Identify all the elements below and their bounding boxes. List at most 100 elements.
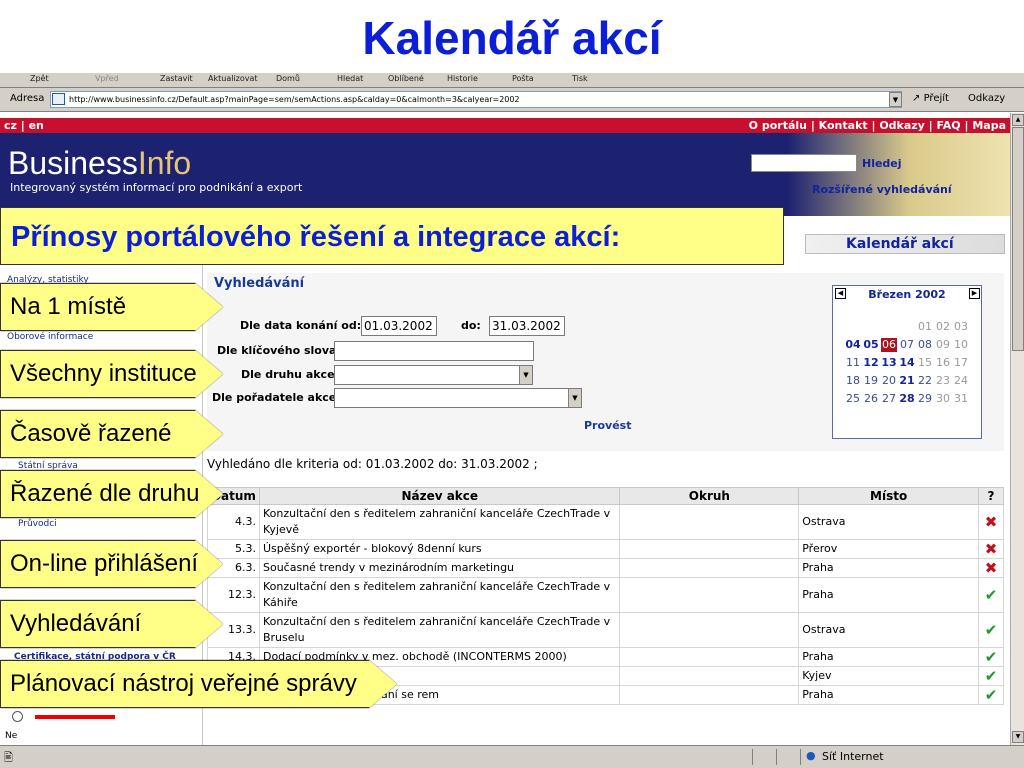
scroll-down-icon[interactable]: ▼ [1012,731,1024,743]
calendar-day[interactable]: 07 [899,338,915,352]
cell-date: 5.3. [207,539,260,559]
links-button[interactable]: Odkazy [968,93,1005,104]
go-arrow-icon: ↗ [912,93,921,104]
calendar-day[interactable]: 13 [881,356,897,370]
checkmark-icon[interactable]: ✔ [977,666,1005,686]
scroll-thumb[interactable] [1012,127,1024,351]
top-links[interactable]: O portálu | Kontakt | Odkazy | FAQ | Map… [749,118,1006,133]
cell-name[interactable]: Konzultační den s ředitelem zahraniční k… [258,612,621,648]
home-button[interactable]: Domů [276,74,300,83]
callout-label: Všechny instituce [10,360,197,387]
checkmark-icon[interactable]: ✔ [977,577,1005,613]
cross-icon[interactable]: ✖ [977,558,1005,578]
date-to-input[interactable]: 31.03.2002 [489,316,565,336]
address-input[interactable]: http://www.businessinfo.cz/Default.asp?m… [50,91,902,108]
calendar-day[interactable]: 08 [917,338,933,352]
cross-icon[interactable]: ✖ [977,504,1005,540]
search-button[interactable]: Hledat [337,74,363,83]
calendar-day[interactable]: 30 [935,392,951,406]
page-status-icon: 🖹 [4,751,13,764]
table-row[interactable]: 4.3. Konzultační den s ředitelem zahranič… [207,504,1005,540]
col-misto[interactable]: Místo [798,487,979,505]
site-search-button[interactable]: Hledej [862,157,902,170]
calendar-day[interactable]: 04 [845,338,861,352]
address-dropdown-icon[interactable]: ▼ [889,92,902,107]
history-button[interactable]: Historie [447,74,478,83]
site-tagline: Integrovaný systém informací pro podniká… [10,181,303,194]
calendar-day[interactable]: 17 [953,356,969,370]
checkmark-icon[interactable]: ✔ [977,647,1005,667]
calendar-day[interactable]: 23 [935,374,951,388]
keyword-input[interactable] [334,341,534,361]
favorites-button[interactable]: Oblíbené [388,74,424,83]
calendar-day[interactable]: 18 [845,374,861,388]
calendar-day[interactable]: 27 [881,392,897,406]
cross-icon[interactable]: ✖ [977,539,1005,559]
calendar-day[interactable]: 11 [845,356,861,370]
calendar-day[interactable]: 29 [917,392,933,406]
radio-option[interactable] [12,711,23,722]
submit-button[interactable]: Provést [584,419,631,432]
scroll-up-icon[interactable]: ▲ [1012,114,1024,126]
advanced-search-link[interactable]: Rozšířené vyhledávání [812,183,952,196]
calendar-day[interactable]: 26 [863,392,879,406]
cell-place: Ostrava [798,612,979,648]
col-nazev[interactable]: Název akce [258,487,621,505]
calendar-day[interactable]: 09 [935,338,951,352]
cell-date: 4.3. [207,504,260,540]
next-month-icon[interactable]: ▶ [969,288,980,299]
language-switch[interactable]: cz | en [4,118,44,133]
col-okruh[interactable]: Okruh [619,487,800,505]
calendar-day[interactable]: 01 [917,320,933,334]
refresh-button[interactable]: Aktualizovat [208,74,258,83]
checkmark-icon[interactable]: ✔ [977,612,1005,648]
menu-item-ne: Ne [5,731,18,741]
calendar-day[interactable]: 20 [881,374,897,388]
calendar-day[interactable]: 12 [863,356,879,370]
organizer-select[interactable]: ▼ [334,388,582,408]
cell-name[interactable]: Současné trendy v mezinárodním marketing… [258,558,621,578]
date-from-input[interactable]: 01.03.2002 [361,316,437,336]
site-search-input[interactable] [751,154,857,172]
calendar-day[interactable]: 06 [881,338,897,352]
calendar-day[interactable]: 21 [899,374,915,388]
cell-name[interactable]: Konzultační den s ředitelem zahraniční k… [258,577,621,613]
cell-name[interactable]: Konzultační den s ředitelem zahraniční k… [258,504,621,540]
back-button[interactable]: Zpět [30,74,49,83]
go-button[interactable]: ↗ Přejít [912,93,949,104]
date-from-label: Dle data konání od: [240,319,362,332]
search-panel: Vyhledávání Dle data konání od: 01.03.20… [207,273,1004,451]
calendar-day[interactable]: 22 [917,374,933,388]
table-row[interactable]: 12.3. Konzultační den s ředitelem zahrani… [207,577,1005,613]
table-row[interactable]: 5.3. Úspěšný exportér - blokový 8denní ku… [207,539,1005,559]
site-logo[interactable]: BusinessInfo [8,145,191,182]
calendar-day[interactable]: 19 [863,374,879,388]
calendar-day[interactable]: 25 [845,392,861,406]
status-divider [752,749,753,765]
calendar-day[interactable]: 02 [935,320,951,334]
vertical-scrollbar[interactable]: ▲ ▼ [1010,113,1024,745]
stop-button[interactable]: Zastavit [160,74,193,83]
checkmark-icon[interactable]: ✔ [977,685,1005,705]
calendar-day[interactable]: 24 [953,374,969,388]
menu-item-oborove[interactable]: Oborové informace [7,332,93,342]
cell-name[interactable]: Úspěšný exportér - blokový 8denní kurs [258,539,621,559]
calendar-day[interactable]: 31 [953,392,969,406]
calendar-day[interactable]: 15 [917,356,933,370]
calendar-day[interactable]: 14 [899,356,915,370]
calendar-day[interactable]: 28 [899,392,915,406]
cell-area [619,612,800,648]
print-button[interactable]: Tisk [572,74,588,83]
forward-button[interactable]: Vpřed [95,74,119,83]
type-select[interactable]: ▼ [334,365,533,385]
callout-label: On-line přihlášení [10,550,199,577]
calendar-day[interactable]: 16 [935,356,951,370]
calendar-day[interactable]: 03 [953,320,969,334]
mail-button[interactable]: Pošta [512,74,534,83]
calendar-day[interactable]: 10 [953,338,969,352]
menu-item-pruvodci[interactable]: Průvodci [18,519,57,529]
prev-month-icon[interactable]: ◀ [835,288,846,299]
table-row[interactable]: 6.3. Současné trendy v mezinárodním marke… [207,558,1005,578]
calendar-day[interactable]: 05 [863,338,879,352]
table-row[interactable]: 13.3. Konzultační den s ředitelem zahrani… [207,612,1005,648]
